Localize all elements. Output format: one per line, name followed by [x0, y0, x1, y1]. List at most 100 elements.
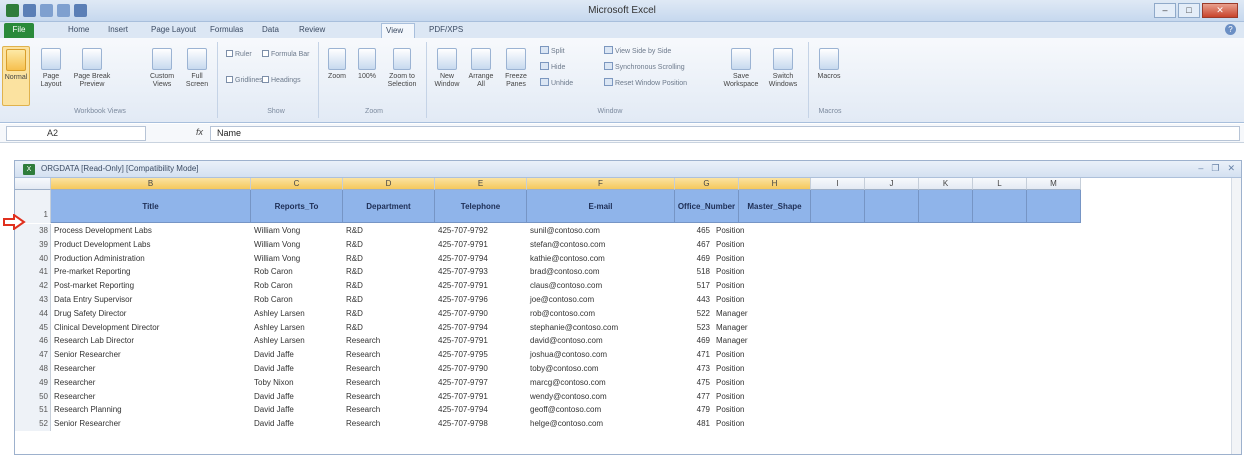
cell-reports-to[interactable]: William Vong [251, 224, 343, 238]
zoom-to-selection-button[interactable]: Zoom to Selection [384, 48, 420, 89]
cell-tel[interactable]: 425-707-9798 [435, 417, 527, 431]
cell-title[interactable]: Research Lab Director [51, 334, 251, 348]
vertical-scrollbar[interactable] [1231, 178, 1241, 454]
cell-email[interactable]: joshua@contoso.com [527, 348, 675, 362]
cell-shape[interactable]: Position [713, 376, 811, 390]
cell-tel[interactable]: 425-707-9790 [435, 307, 527, 321]
save-workspace-button[interactable]: Save Workspace [722, 48, 760, 89]
row-number[interactable]: 41 [15, 265, 51, 280]
column-header-d[interactable]: D [343, 178, 435, 190]
cell-tel[interactable]: 425-707-9791 [435, 390, 527, 404]
header-cell-reports-to[interactable]: Reports_To [251, 190, 343, 223]
cell-shape[interactable]: Manager [713, 321, 811, 335]
cell-office[interactable]: 518 [675, 265, 713, 279]
header-cell-empty[interactable] [973, 190, 1027, 223]
tab-view[interactable]: View [381, 23, 415, 38]
fx-icon[interactable]: fx [196, 127, 203, 137]
full-screen-button[interactable]: Full Screen [182, 48, 212, 89]
cell-email[interactable]: marcg@contoso.com [527, 376, 675, 390]
column-header-b[interactable]: B [51, 178, 251, 190]
cell-tel[interactable]: 425-707-9791 [435, 238, 527, 252]
select-all-corner[interactable] [15, 178, 51, 190]
normal-view-button[interactable]: Normal [2, 46, 30, 106]
row-number[interactable]: 44 [15, 306, 51, 321]
cell-shape[interactable]: Position [713, 417, 811, 431]
cell-reports-to[interactable]: David Jaffe [251, 348, 343, 362]
cell-email[interactable]: wendy@contoso.com [527, 390, 675, 404]
cell-office[interactable]: 479 [675, 403, 713, 417]
cell-tel[interactable]: 425-707-9793 [435, 265, 527, 279]
cell-office[interactable]: 517 [675, 279, 713, 293]
cell-reports-to[interactable]: David Jaffe [251, 417, 343, 431]
cell-shape[interactable]: Position [713, 390, 811, 404]
tab-formulas[interactable]: Formulas [206, 23, 247, 38]
cell-title[interactable]: Process Development Labs [51, 224, 251, 238]
cell-dept[interactable]: R&D [343, 321, 435, 335]
zoom-100-button[interactable]: 100% [354, 48, 380, 81]
header-cell-master-shape[interactable]: Master_Shape [739, 190, 811, 223]
cell-shape[interactable]: Position [713, 238, 811, 252]
cell-tel[interactable]: 425-707-9797 [435, 376, 527, 390]
cell-reports-to[interactable]: Rob Caron [251, 293, 343, 307]
cell-title[interactable]: Senior Researcher [51, 348, 251, 362]
row-number[interactable]: 40 [15, 251, 51, 266]
cell-reports-to[interactable]: William Vong [251, 252, 343, 266]
name-box[interactable]: A2 [6, 126, 146, 141]
header-cell-empty[interactable] [1027, 190, 1081, 223]
cell-dept[interactable]: R&D [343, 307, 435, 321]
cell-email[interactable]: stephanie@contoso.com [527, 321, 675, 335]
cell-office[interactable]: 475 [675, 376, 713, 390]
formula-input[interactable]: Name [210, 126, 1240, 141]
cell-email[interactable]: sunil@contoso.com [527, 224, 675, 238]
cell-reports-to[interactable]: David Jaffe [251, 362, 343, 376]
cell-email[interactable]: david@contoso.com [527, 334, 675, 348]
column-header-m[interactable]: M [1027, 178, 1081, 190]
cell-reports-to[interactable]: Toby Nixon [251, 376, 343, 390]
cell-title[interactable]: Research Planning [51, 403, 251, 417]
header-cell-empty[interactable] [811, 190, 865, 223]
column-header-h[interactable]: H [739, 178, 811, 190]
cell-reports-to[interactable]: Ashley Larsen [251, 307, 343, 321]
tab-file[interactable]: File [4, 23, 34, 38]
custom-views-button[interactable]: Custom Views [146, 48, 178, 89]
tab-insert[interactable]: Insert [104, 23, 132, 38]
page-break-preview-button[interactable]: Page Break Preview [72, 48, 112, 89]
cell-title[interactable]: Researcher [51, 390, 251, 404]
row-number[interactable]: 51 [15, 403, 51, 418]
hide-button[interactable]: Hide [540, 62, 565, 71]
cell-office[interactable]: 469 [675, 252, 713, 266]
cell-shape[interactable]: Position [713, 348, 811, 362]
cell-office[interactable]: 481 [675, 417, 713, 431]
cell-shape[interactable]: Position [713, 224, 811, 238]
header-cell-telephone[interactable]: Telephone [435, 190, 527, 223]
cell-office[interactable]: 469 [675, 334, 713, 348]
cell-dept[interactable]: Research [343, 403, 435, 417]
cell-dept[interactable]: R&D [343, 224, 435, 238]
tab-review[interactable]: Review [295, 23, 329, 38]
cell-title[interactable]: Researcher [51, 376, 251, 390]
cell-dept[interactable]: Research [343, 376, 435, 390]
split-button[interactable]: Split [540, 46, 565, 55]
cell-office[interactable]: 522 [675, 307, 713, 321]
tab-pdf-xps[interactable]: PDF/XPS [425, 23, 467, 38]
new-window-button[interactable]: New Window [432, 48, 462, 89]
header-cell-e-mail[interactable]: E-mail [527, 190, 675, 223]
cell-tel[interactable]: 425-707-9791 [435, 334, 527, 348]
cell-shape[interactable]: Position [713, 362, 811, 376]
header-cell-empty[interactable] [865, 190, 919, 223]
cell-reports-to[interactable]: Rob Caron [251, 279, 343, 293]
column-header-j[interactable]: J [865, 178, 919, 190]
cell-dept[interactable]: R&D [343, 293, 435, 307]
row-number[interactable]: 49 [15, 375, 51, 390]
freeze-panes-button[interactable]: Freeze Panes [500, 48, 532, 89]
cell-email[interactable]: claus@contoso.com [527, 279, 675, 293]
page-layout-view-button[interactable]: Page Layout [36, 48, 66, 89]
switch-windows-button[interactable]: Switch Windows [764, 48, 802, 89]
cell-shape[interactable]: Position [713, 403, 811, 417]
tab-data[interactable]: Data [258, 23, 283, 38]
cell-email[interactable]: brad@contoso.com [527, 265, 675, 279]
column-header-e[interactable]: E [435, 178, 527, 190]
cell-tel[interactable]: 425-707-9791 [435, 279, 527, 293]
row-number[interactable]: 45 [15, 320, 51, 335]
cell-tel[interactable]: 425-707-9794 [435, 252, 527, 266]
